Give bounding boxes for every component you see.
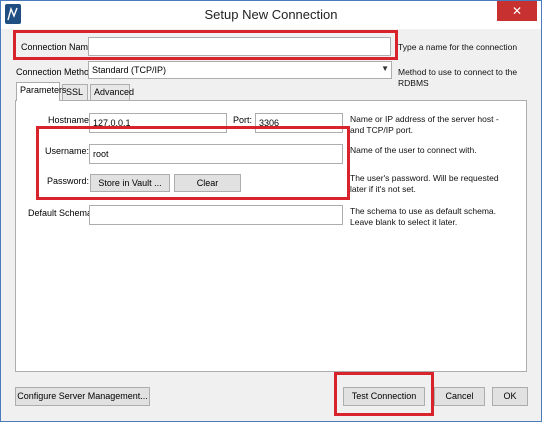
ok-button[interactable]: OK <box>492 387 528 406</box>
connection-name-label: Connection Name: <box>21 42 96 52</box>
connection-method-label: Connection Method: <box>16 67 97 77</box>
port-input[interactable]: 3306 <box>255 113 343 133</box>
port-label: Port: <box>233 115 253 125</box>
hostname-label: Hostname: <box>48 115 92 125</box>
password-hint: The user's password. Will be requested l… <box>350 173 499 194</box>
hostname-hint: Name or IP address of the server host - … <box>350 114 499 135</box>
setup-connection-dialog: Setup New Connection ✕ Connection Name: … <box>0 0 542 422</box>
connection-method-value: Standard (TCP/IP) <box>92 65 167 75</box>
username-label: Username: <box>45 146 90 156</box>
clear-password-button[interactable]: Clear <box>174 174 241 192</box>
cancel-button[interactable]: Cancel <box>434 387 485 406</box>
default-schema-input[interactable] <box>89 205 343 225</box>
test-connection-button[interactable]: Test Connection <box>343 387 425 406</box>
close-button[interactable]: ✕ <box>497 1 537 21</box>
close-icon: ✕ <box>511 4 523 18</box>
default-schema-hint: The schema to use as default schema. Lea… <box>350 206 496 227</box>
hostname-input[interactable]: 127.0.0.1 <box>89 113 227 133</box>
connection-name-hint: Type a name for the connection <box>398 42 518 52</box>
title-bar[interactable]: Setup New Connection ✕ <box>1 1 541 29</box>
connection-name-input[interactable] <box>88 37 391 56</box>
default-schema-label: Default Schema: <box>28 208 95 218</box>
tab-parameters[interactable]: Parameters <box>16 82 67 101</box>
connection-method-select[interactable]: Standard (TCP/IP) ▼ <box>88 61 392 79</box>
connection-method-hint: Method to use to connect to the RDBMS <box>398 67 518 88</box>
chevron-down-icon: ▼ <box>381 64 389 73</box>
username-input[interactable]: root <box>89 144 343 164</box>
tab-advanced[interactable]: Advanced <box>90 84 134 100</box>
dialog-body: Connection Name: Type a name for the con… <box>2 29 540 421</box>
window-title: Setup New Connection <box>204 7 338 22</box>
store-in-vault-button[interactable]: Store in Vault ... <box>90 174 170 192</box>
username-hint: Name of the user to connect with. <box>350 145 477 155</box>
parameters-panel <box>15 100 527 372</box>
configure-server-management-button[interactable]: Configure Server Management... <box>15 387 150 406</box>
password-label: Password: <box>47 176 90 186</box>
